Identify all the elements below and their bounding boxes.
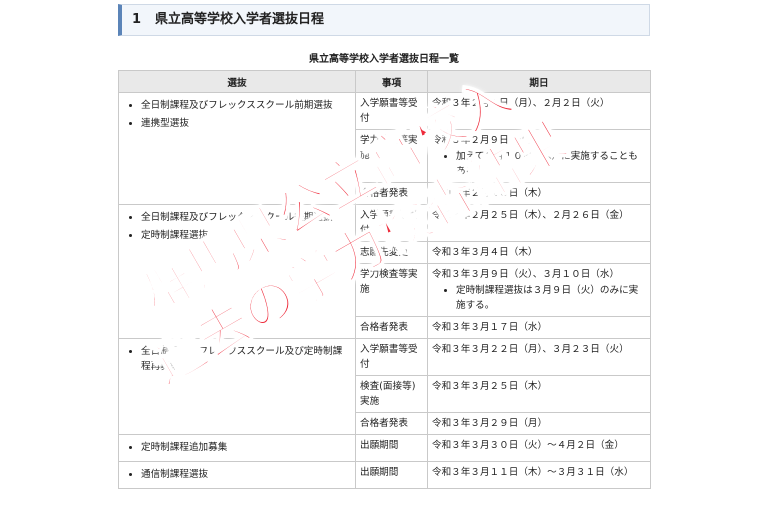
schedule-table: 選抜 事項 期日 全日制課程及びフレックススクール前期選抜 連携型選抜 入学願書… (118, 70, 651, 489)
date-cell: 令和３年３月９日（火）、３月１０日（水） 定時制課程選抜は３月９日（火）のみに実… (427, 263, 651, 317)
table-row: 定時制課程追加募集 出願期間 令和３年３月３０日（火）～４月２日（金） (118, 434, 651, 462)
date-text: 令和３年３月９日（火）、３月１０日（水） (432, 269, 620, 280)
item-cell: 学力検査等実施 (355, 263, 428, 317)
item-cell: 出願期間 (355, 434, 428, 462)
date-cell: 令和３年２月１日（月）、２月２日（火） (427, 92, 651, 130)
table-header-row: 選抜 事項 期日 (118, 70, 651, 93)
section-number: 1 (132, 12, 142, 27)
item-cell: 学力検査等実施 (355, 129, 428, 183)
table-row: 全日制課程及びフレックススクール後期選抜 定時制課程選抜 入学願書等受付 令和３… (118, 204, 651, 339)
date-cell: 令和３年３月１１日（木）～３月３１日（水） (427, 461, 651, 489)
date-cell: 令和３年２月１８日（木） (427, 182, 651, 205)
item-cell: 入学願書等受付 (355, 92, 428, 130)
selection-cell: 全日制課程、フレックススクール及び定時制課程再募集 (118, 338, 356, 435)
header-selection: 選抜 (118, 70, 356, 93)
date-cell: 令和３年２月２５日（木）、２月２６日（金） (427, 204, 651, 242)
item-cell: 合格者発表 (355, 182, 428, 205)
item-cell: 入学願書等受付 (355, 338, 428, 376)
section-title: 県立高等学校入学者選抜日程 (155, 12, 325, 27)
item-cell: 合格者発表 (355, 316, 428, 339)
selection-item: 全日制課程、フレックススクール及び定時制課程再募集 (141, 344, 351, 374)
item-cell: 出願期間 (355, 461, 428, 489)
selection-cell: 通信制課程選抜 (118, 461, 356, 489)
date-note: 加えて２月１０日（水）に実施することもある (456, 149, 646, 179)
selection-item: 全日制課程及びフレックススクール後期選抜 (141, 210, 351, 225)
item-cell: 入学願書等受付 (355, 204, 428, 242)
table-row: 通信制課程選抜 出願期間 令和３年３月１１日（木）～３月３１日（水） (118, 461, 651, 489)
date-cell: 令和３年３月２２日（月）、３月２３日（火） (427, 338, 651, 376)
selection-item: 定時制課程追加募集 (141, 440, 351, 455)
item-cell: 合格者発表 (355, 412, 428, 435)
date-cell: 令和３年３月３０日（火）～４月２日（金） (427, 434, 651, 462)
date-cell: 令和３年３月２９日（月） (427, 412, 651, 435)
selection-cell: 定時制課程追加募集 (118, 434, 356, 462)
date-note: 定時制課程選抜は３月９日（火）のみに実施する。 (456, 283, 646, 313)
item-cell: 志願先変更 (355, 241, 428, 264)
selection-item: 全日制課程及びフレックススクール前期選抜 (141, 98, 351, 113)
selection-cell: 全日制課程及びフレックススクール前期選抜 連携型選抜 (118, 92, 356, 205)
date-cell: 令和３年３月４日（木） (427, 241, 651, 264)
table-caption: 県立高等学校入学者選抜日程一覧 (309, 54, 459, 65)
selection-item: 通信制課程選抜 (141, 467, 351, 482)
date-cell: 令和３年２月９日（火） 加えて２月１０日（水）に実施することもある (427, 129, 651, 183)
selection-cell: 全日制課程及びフレックススクール後期選抜 定時制課程選抜 (118, 204, 356, 339)
date-cell: 令和３年３月１７日（水） (427, 316, 651, 339)
selection-item: 定時制課程選抜 (141, 228, 351, 243)
section-heading: 1 県立高等学校入学者選抜日程 (118, 4, 650, 36)
selection-item: 連携型選抜 (141, 116, 351, 131)
date-cell: 令和３年３月２５日（木） (427, 375, 651, 413)
table-row: 全日制課程及びフレックススクール前期選抜 連携型選抜 入学願書等受付 令和３年２… (118, 92, 651, 205)
header-date: 期日 (427, 70, 651, 93)
header-item: 事項 (355, 70, 428, 93)
item-cell: 検査(面接等)実施 (355, 375, 428, 413)
table-row: 全日制課程、フレックススクール及び定時制課程再募集 入学願書等受付 令和３年３月… (118, 338, 651, 435)
date-text: 令和３年２月９日（火） (432, 135, 538, 146)
